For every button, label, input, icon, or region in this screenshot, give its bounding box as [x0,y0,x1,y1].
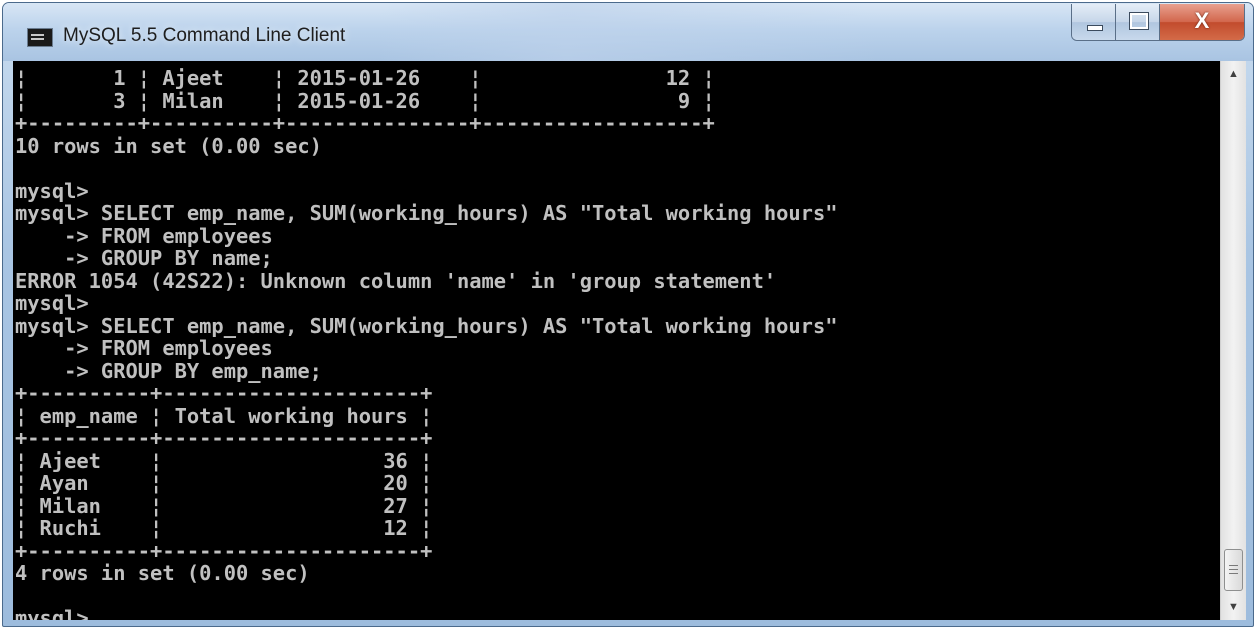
console-line: 10 rows in set (0.00 sec) [15,133,322,158]
console-line: +----------+---------------------+ [15,538,433,563]
window-title: MySQL 5.5 Command Line Client [63,25,346,46]
console-line: ¦ emp_name ¦ Total working hours ¦ [15,403,433,428]
console-line: -> FROM employees [15,336,273,360]
console-line: mysql> [15,291,89,315]
console-line: ¦ Ruchi ¦ 12 ¦ [15,516,433,540]
grip-icon [1229,565,1238,566]
terminal-text: ¦ 1 ¦ Ajeet ¦ 2015-01-26 ¦ 12 ¦ ¦ 3 ¦ Mil… [13,61,1220,620]
console-prompt-line: mysql> _ [15,606,114,620]
console-line: +---------+----------+---------------+--… [15,111,715,135]
minimize-button[interactable] [1072,4,1116,40]
grip-icon [1229,569,1238,570]
console-line: -> GROUP BY name; [15,246,273,270]
console-line: mysql> SELECT emp_name, SUM(working_hour… [15,313,838,338]
console-line: ¦ Ajeet ¦ 36 ¦ [15,448,433,473]
console-output[interactable]: ¦ 1 ¦ Ajeet ¦ 2015-01-26 ¦ 12 ¦ ¦ 3 ¦ Mil… [13,61,1220,620]
maximize-button[interactable] [1116,4,1160,40]
console-line: -> FROM employees [15,223,273,248]
caption-buttons: X [1071,4,1245,41]
console-line: ¦ 1 ¦ Ajeet ¦ 2015-01-26 ¦ 12 ¦ [15,66,715,90]
minimize-icon [1087,25,1103,31]
console-line: +----------+---------------------+ [15,426,433,450]
close-icon: X [1194,8,1210,33]
console-line: ¦ Milan ¦ 27 ¦ [15,493,433,518]
console-line: ERROR 1054 (42S22): Unknown column 'name… [15,268,777,293]
mysql-console-icon[interactable] [27,28,53,47]
scroll-thumb[interactable] [1224,549,1243,591]
maximize-icon [1130,13,1148,29]
close-button[interactable]: X [1160,4,1244,40]
console-line: ¦ Ayan ¦ 20 ¦ [15,471,433,495]
grip-icon [1229,573,1238,574]
console-line: 4 rows in set (0.00 sec) [15,561,310,585]
title-bar[interactable]: MySQL 5.5 Command Line Client X [3,3,1253,61]
scroll-up-arrow-icon[interactable]: ▲ [1221,63,1246,85]
console-line: -> GROUP BY emp_name; [15,358,322,383]
scroll-down-arrow-icon[interactable]: ▼ [1221,596,1246,618]
console-line: mysql> SELECT emp_name, SUM(working_hour… [15,201,838,225]
vertical-scrollbar[interactable]: ▲ ▼ [1220,61,1246,620]
console-line: mysql> [15,178,89,203]
console-line: +----------+---------------------+ [15,381,433,405]
console-line: ¦ 3 ¦ Milan ¦ 2015-01-26 ¦ 9 ¦ [15,88,715,113]
console-window: MySQL 5.5 Command Line Client X ¦ 1 ¦ Aj… [2,2,1254,627]
